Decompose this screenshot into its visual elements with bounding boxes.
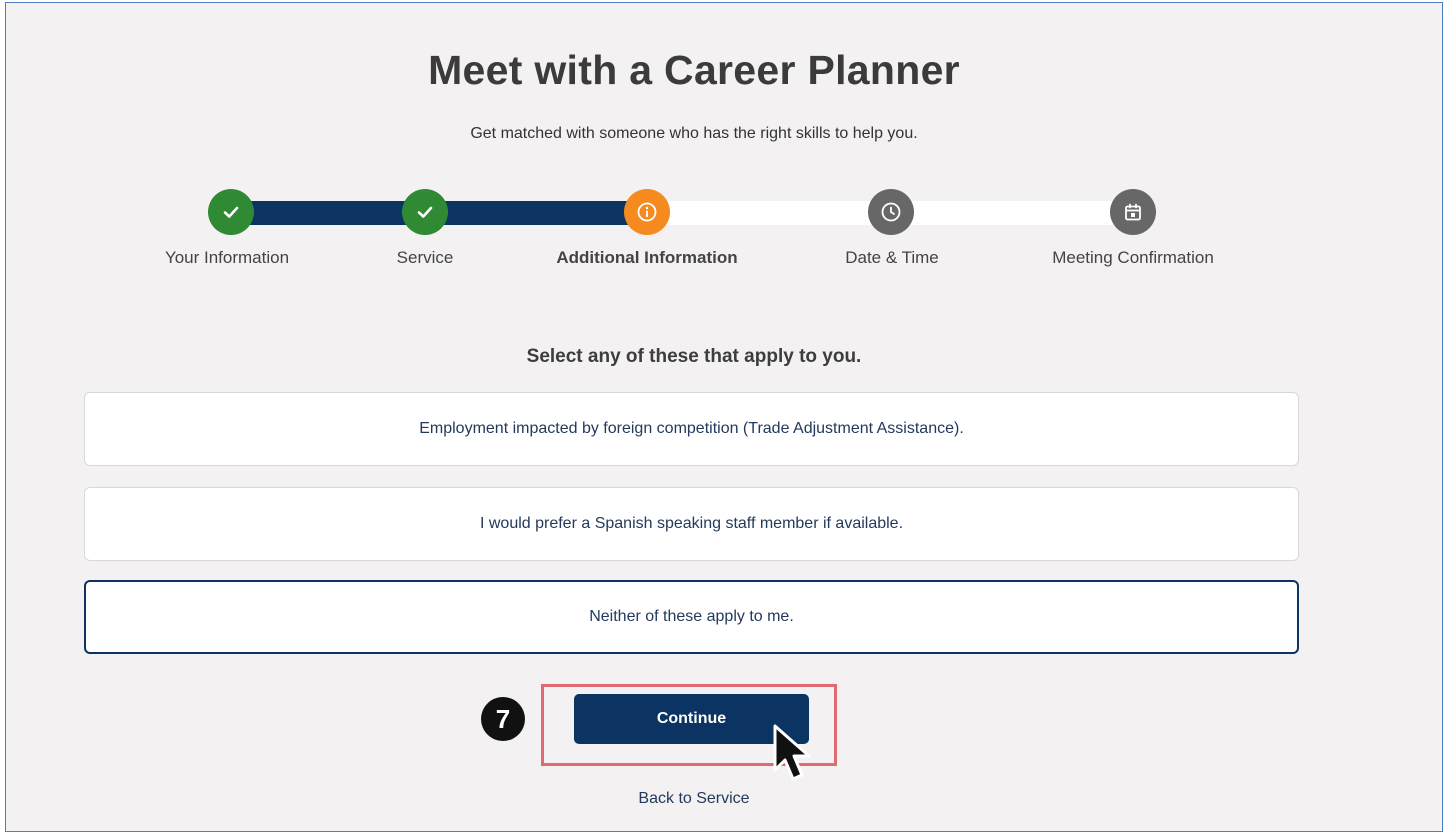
step-label-date-time: Date & Time — [845, 248, 939, 267]
back-to-service-link[interactable]: Back to Service — [6, 790, 1382, 808]
step-label-meeting-confirmation: Meeting Confirmation — [1052, 248, 1214, 267]
step-label-additional-information: Additional Information — [556, 248, 738, 267]
option-neither-apply[interactable]: Neither of these apply to me. — [84, 580, 1299, 654]
step-additional-information — [624, 189, 670, 235]
step-label-service: Service — [396, 248, 454, 267]
clock-icon — [881, 202, 901, 222]
check-icon — [223, 206, 239, 218]
page-subtitle: Get matched with someone who has the rig… — [470, 125, 918, 142]
page-frame: Meet with a Career Planner Get matched w… — [5, 2, 1443, 832]
option-label: Employment impacted by foreign competiti… — [419, 420, 964, 437]
check-icon — [417, 206, 433, 218]
step-your-information — [208, 189, 254, 235]
step-label-your-information: Your Information — [164, 248, 290, 267]
option-label: I would prefer a Spanish speaking staff … — [479, 515, 904, 532]
step-date-time — [868, 189, 914, 235]
step-number-badge: 7 — [481, 697, 525, 741]
option-spanish-speaking-staff[interactable]: I would prefer a Spanish speaking staff … — [84, 487, 1299, 561]
mouse-pointer-icon — [773, 724, 811, 781]
info-icon — [637, 202, 657, 222]
calendar-icon — [1125, 203, 1141, 221]
option-label: Neither of these apply to me. — [589, 608, 794, 625]
step-meeting-confirmation — [1110, 189, 1156, 235]
option-trade-adjustment-assistance[interactable]: Employment impacted by foreign competiti… — [84, 392, 1299, 466]
page-title: Meet with a Career Planner — [428, 47, 960, 93]
step-service — [402, 189, 448, 235]
form-prompt: Select any of these that apply to you. — [526, 346, 862, 367]
